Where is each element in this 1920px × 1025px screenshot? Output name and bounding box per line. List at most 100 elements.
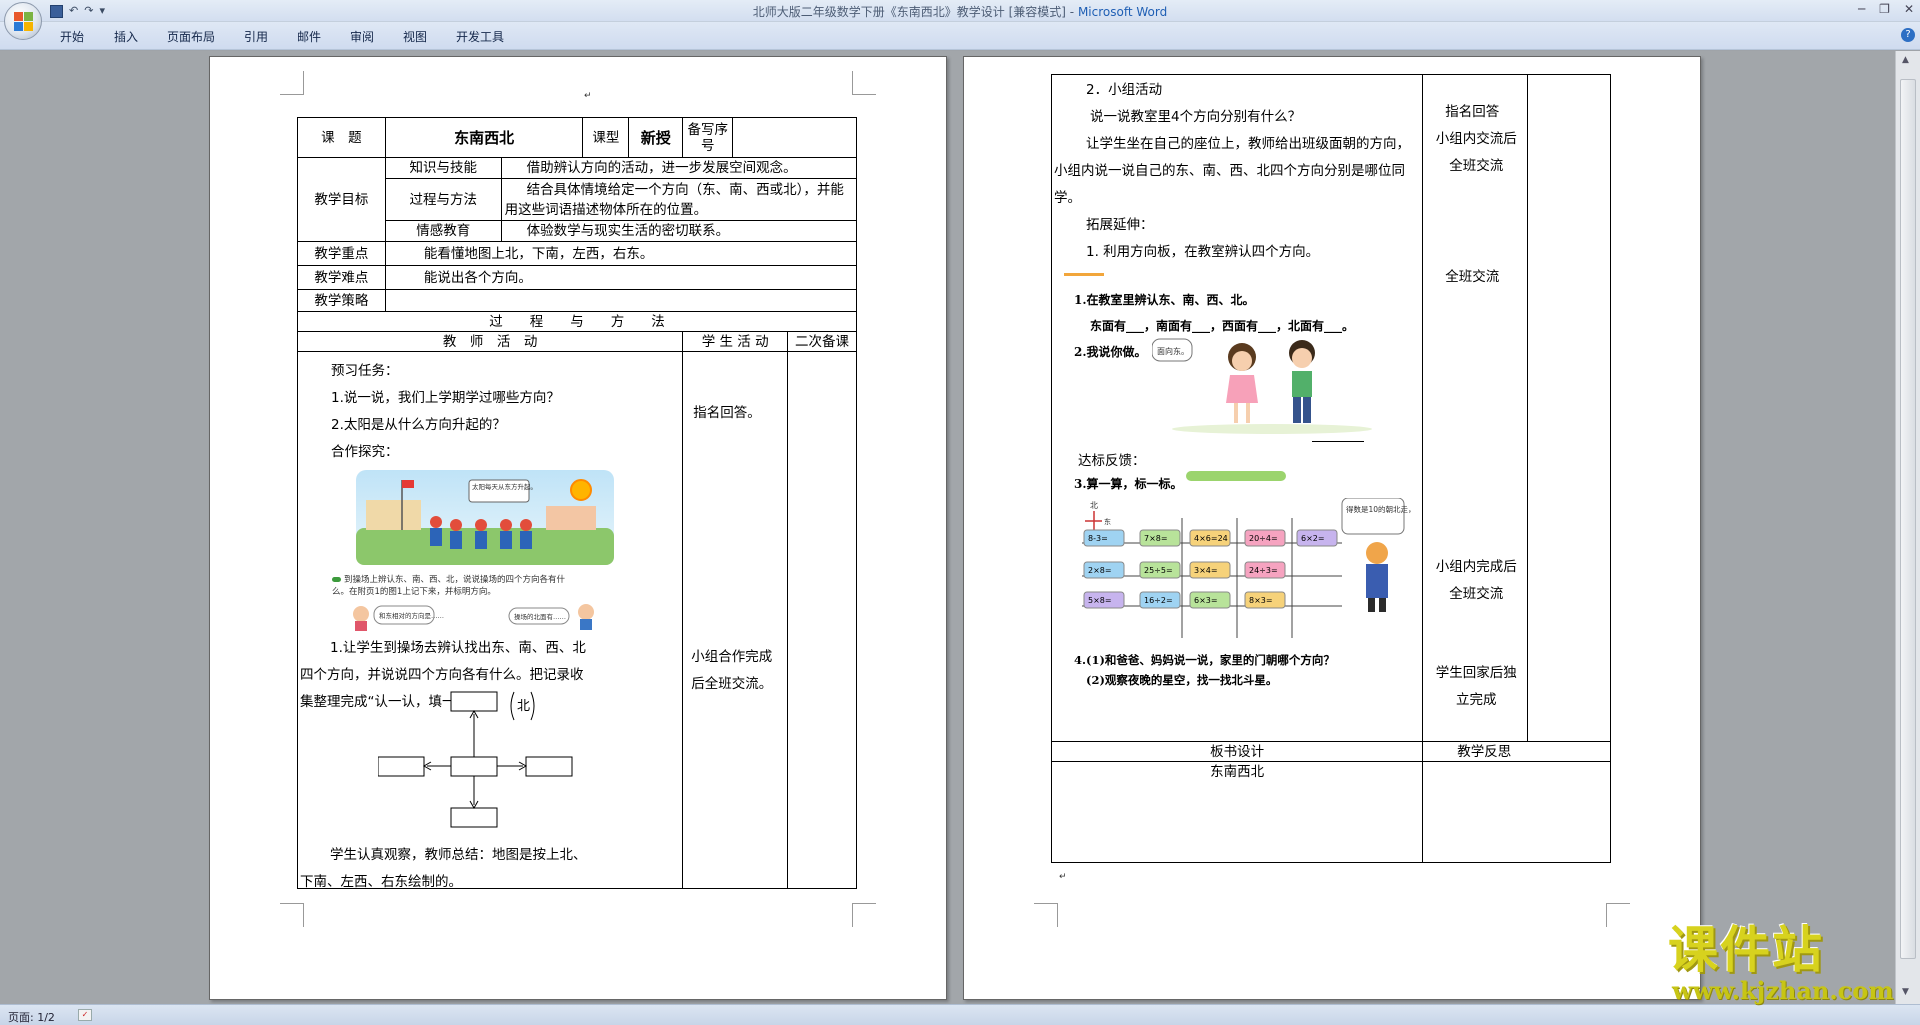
office-button[interactable] [4, 2, 42, 40]
maze-card-label: 6×3= [1194, 596, 1218, 605]
watermark-url: www.kjzhan.com [1672, 976, 1894, 1005]
tab-view[interactable]: 视图 [403, 28, 427, 45]
maze-card-label: 4×6=24 [1194, 534, 1228, 543]
document-page-1: ↵ 课 题 东南西北 课型 新授 备写序号 教学目标 知识与技能 借助辨认方向的… [209, 56, 947, 1000]
lesson-topic: 东南西北 [384, 117, 584, 158]
window-title: 北师大版二年级数学下册《东南西北》教学设计 [兼容模式] - Microsoft… [752, 5, 1168, 19]
vertical-scrollbar[interactable]: ▲ ▼ [1895, 51, 1920, 1004]
textbook-divider [1064, 273, 1104, 276]
maximize-icon[interactable]: ❐ [1879, 2, 1890, 16]
maze-card-label: 6×2= [1301, 534, 1325, 543]
tab-home[interactable]: 开始 [60, 28, 84, 45]
crop-mark [852, 71, 876, 95]
document-page-2: ↵ 2．小组活动 说一说教室里4个方向分别有什么？ 让学生坐在自己的座位上，教师… [963, 56, 1701, 1000]
maze-card-label: 20÷4= [1249, 534, 1278, 543]
extend-item-1: 1. 利用方向板，在教室辨认四个方向。 [1086, 244, 1320, 260]
exercise-2-bubble: 面向东。 [1157, 346, 1189, 356]
board-design-content: 东南西北 [1210, 764, 1265, 780]
maze-card-label: 24÷3= [1249, 566, 1278, 575]
student-activity-header: 学 生 活 动 [682, 331, 789, 352]
teaching-reflection-header: 教学反思 [1422, 741, 1611, 762]
student-activity-cell: 指名回答。 小组合作完成后全班交流。 [682, 351, 789, 889]
strategy-value [384, 289, 858, 312]
student-note-1: 指名回答 [1445, 104, 1500, 120]
student-note-5: 学生回家后独立完成 [1435, 665, 1517, 708]
maze-illustration: 北 东 8-3= 7×8= 4×6=24 20÷4= 6×2= 2×8= 25÷5= 3×4=… [1082, 498, 1412, 638]
tab-developer[interactable]: 开发工具 [456, 28, 504, 45]
crop-mark [280, 903, 304, 927]
minimize-icon[interactable]: ─ [1858, 2, 1865, 16]
tab-insert[interactable]: 插入 [114, 28, 138, 45]
board-design-cell: 东南西北 [1050, 761, 1424, 863]
difficulty-point: 能说出各个方向。 [384, 265, 858, 290]
extend-heading: 拓展延伸： [1086, 217, 1154, 233]
teacher-activity-cell-continued: 2．小组活动 说一说教室里4个方向分别有什么？ 让学生坐在自己的座位上，教师给出… [1050, 74, 1424, 742]
maze-bubble-line: 得数是10的朝北走，其余的朝西走。 [1346, 504, 1412, 514]
group-question: 说一说教室里4个方向分别有什么？ [1090, 109, 1302, 125]
maze-card-label: 25÷5= [1144, 566, 1173, 575]
textbook-figures: 和东相对的方向是…… 操场的北面有…… [353, 604, 594, 631]
svg-text:得数是10的朝北走，其余的朝西走。: 得数是10的朝北走，其余的朝西走。 [1346, 504, 1412, 514]
close-icon[interactable]: ✕ [1904, 2, 1914, 16]
key-point: 能看懂地图上北，下南，左西，右东。 [384, 241, 858, 266]
exercise-4a: 4.(1)和爸爸、妈妈说一说，家里的门朝哪个方向？ [1074, 653, 1335, 667]
teaching-reflection-cell [1422, 761, 1611, 863]
topic-label: 课 题 [297, 117, 386, 158]
goal-text: 结合具体情境给定一个方向（东、南、西或北），并能用这些词语描述物体所在的位置。 [500, 178, 858, 221]
exercise-3: 3.算一算，标一标。 [1074, 477, 1183, 491]
group-description: 让学生坐在自己的座位上，教师给出班级面朝的方向，小组内说一说自己的东、南、西、北… [1054, 136, 1410, 206]
exercise-2: 2.我说你做。 [1074, 345, 1147, 359]
scroll-down-icon[interactable]: ▼ [1902, 987, 1909, 997]
explore-heading: 合作探究： [331, 444, 399, 460]
office-logo-icon [14, 12, 33, 31]
tab-references[interactable]: 引用 [244, 28, 268, 45]
seq-label: 备写序号 [682, 117, 734, 158]
goal-text: 借助辨认方向的活动，进一步发展空间观念。 [500, 157, 858, 179]
second-prep-cell [787, 351, 857, 889]
maze-card-label: 5×8= [1088, 596, 1112, 605]
preview-task: 预习任务： [331, 363, 399, 379]
site-watermark: 课件站 www.kjzhan.com [1668, 922, 1894, 1004]
goal-name: 知识与技能 [384, 157, 502, 179]
maze-card-label: 8-3= [1088, 534, 1108, 543]
children-illustration: 面向东。 [1152, 338, 1372, 434]
key-label: 教学重点 [297, 241, 386, 266]
process-header: 过 程 与 方 法 [297, 311, 857, 332]
preview-question-1: 1.说一说，我们上学期学过哪些方向？ [331, 390, 560, 406]
second-prep-header: 二次备课 [787, 331, 857, 352]
exercise-1: 1.在教室里辨认东、南、西、北。 [1074, 293, 1255, 307]
crop-mark [280, 71, 304, 95]
scroll-up-icon[interactable]: ▲ [1902, 55, 1909, 65]
maze-card-label: 3×4= [1194, 566, 1218, 575]
paragraph-mark: ↵ [1059, 872, 1067, 882]
goal-text: 体验数学与现实生活的密切联系。 [500, 220, 858, 242]
direction-diagram: 北 [378, 691, 573, 828]
north-label: 北 [517, 699, 530, 714]
student-note-3: 全班交流 [1445, 269, 1500, 285]
help-icon[interactable]: ? [1901, 28, 1915, 42]
proofing-icon[interactable]: ✓ [78, 1009, 92, 1021]
exercise-4b: (2)观察夜晚的星空，找一找北斗星。 [1086, 673, 1278, 687]
tab-page-layout[interactable]: 页面布局 [167, 28, 215, 45]
page-count[interactable]: 页面: 1/2 [8, 1009, 55, 1025]
scrollbar-thumb[interactable] [1900, 79, 1916, 959]
paragraph-mark: ↵ [584, 91, 592, 101]
maze-card-label: 16÷2= [1144, 596, 1173, 605]
textbook-caption: 到操场上辨认东、南、西、北，说说操场的四个方向各有什么。在附页1的图1上记下来，… [332, 575, 566, 597]
illustration-bubble-text: 太阳每天从东方升起。 [472, 482, 537, 491]
goal-name: 过程与方法 [384, 178, 502, 221]
preview-question-2: 2.太阳是从什么方向升起的？ [331, 417, 506, 433]
student-note-4: 小组内完成后全班交流 [1435, 559, 1517, 602]
watermark-title: 课件站 [1668, 920, 1824, 979]
maze-card-label: 2×8= [1088, 566, 1112, 575]
lesson-type: 新授 [628, 117, 684, 158]
textbook-decoration [1186, 471, 1286, 481]
maze-card-label: 7×8= [1144, 534, 1168, 543]
crop-mark [1034, 903, 1058, 927]
tab-mailings[interactable]: 邮件 [297, 28, 321, 45]
tab-review[interactable]: 审阅 [350, 28, 374, 45]
compass-east: 东 [1104, 517, 1111, 526]
goals-label: 教学目标 [297, 157, 386, 242]
seq-value [732, 117, 857, 158]
exercise-1-blanks: 东面有___，南面有___，西面有___，北面有___。 [1090, 319, 1355, 333]
